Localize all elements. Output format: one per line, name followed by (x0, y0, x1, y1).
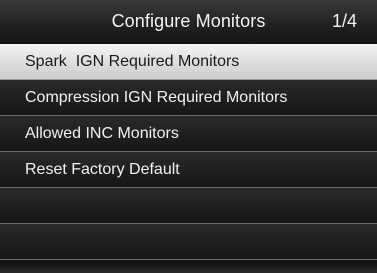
menu-item-empty (0, 224, 377, 260)
page-indicator: 1/4 (331, 11, 357, 31)
menu-item-label: Compression IGN Required Monitors (25, 89, 288, 106)
menu-item-spark-ign-required-monitors[interactable]: Spark IGN Required Monitors (0, 44, 377, 80)
menu-item-label: Allowed INC Monitors (25, 125, 179, 142)
bottom-bar (0, 265, 377, 273)
screen-title: Configure Monitors (111, 11, 266, 31)
menu-item-compression-ign-required-monitors[interactable]: Compression IGN Required Monitors (0, 80, 377, 116)
menu-item-empty (0, 188, 377, 224)
monitor-menu: Spark IGN Required Monitors Compression … (0, 44, 377, 260)
menu-item-allowed-inc-monitors[interactable]: Allowed INC Monitors (0, 116, 377, 152)
menu-item-reset-factory-default[interactable]: Reset Factory Default (0, 152, 377, 188)
title-bar: Configure Monitors 1/4 (0, 0, 377, 43)
menu-item-label: Spark IGN Required Monitors (25, 53, 240, 70)
device-screen: Configure Monitors 1/4 Spark IGN Require… (0, 0, 377, 273)
menu-item-label: Reset Factory Default (25, 161, 180, 178)
